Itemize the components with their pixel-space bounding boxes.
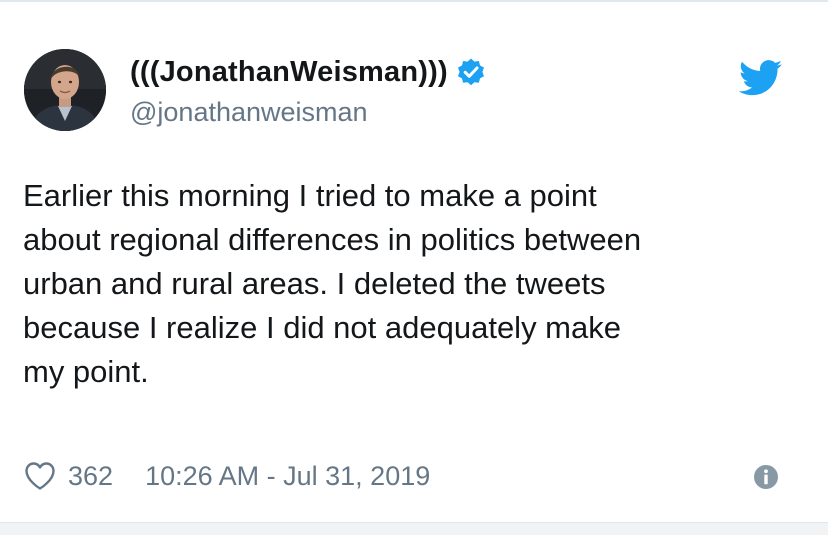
tweet-text-line: because I realize I did not adequately m… — [23, 310, 621, 345]
tweet-card: (((JonathanWeisman))) @jonathanweisman E… — [0, 0, 828, 535]
heart-icon[interactable] — [24, 461, 56, 491]
tweet-text-line: urban and rural areas. I deleted the twe… — [23, 266, 606, 301]
twitter-bird-icon[interactable] — [739, 60, 783, 96]
author-display-name[interactable]: (((JonathanWeisman))) — [130, 56, 448, 89]
tweet-text-line: about regional differences in politics b… — [23, 222, 642, 257]
tweet-text: Earlier this morning I tried to make a p… — [23, 174, 813, 394]
top-divider — [0, 0, 828, 2]
tweet-text-line: Earlier this morning I tried to make a p… — [23, 178, 597, 213]
verified-badge-icon — [457, 58, 484, 86]
tweet-text-line: my point. — [23, 354, 149, 389]
info-icon[interactable] — [753, 464, 779, 490]
author-handle[interactable]: @jonathanweisman — [130, 97, 368, 128]
avatar[interactable] — [24, 49, 106, 131]
tweet-footer: 362 10:26 AM - Jul 31, 2019 — [24, 456, 430, 496]
like-count: 362 — [68, 460, 114, 491]
avatar-image — [24, 49, 106, 131]
bottom-divider — [0, 522, 828, 535]
author-name-row[interactable]: (((JonathanWeisman))) — [130, 52, 486, 92]
tweet-timestamp[interactable]: 10:26 AM - Jul 31, 2019 — [145, 461, 430, 492]
